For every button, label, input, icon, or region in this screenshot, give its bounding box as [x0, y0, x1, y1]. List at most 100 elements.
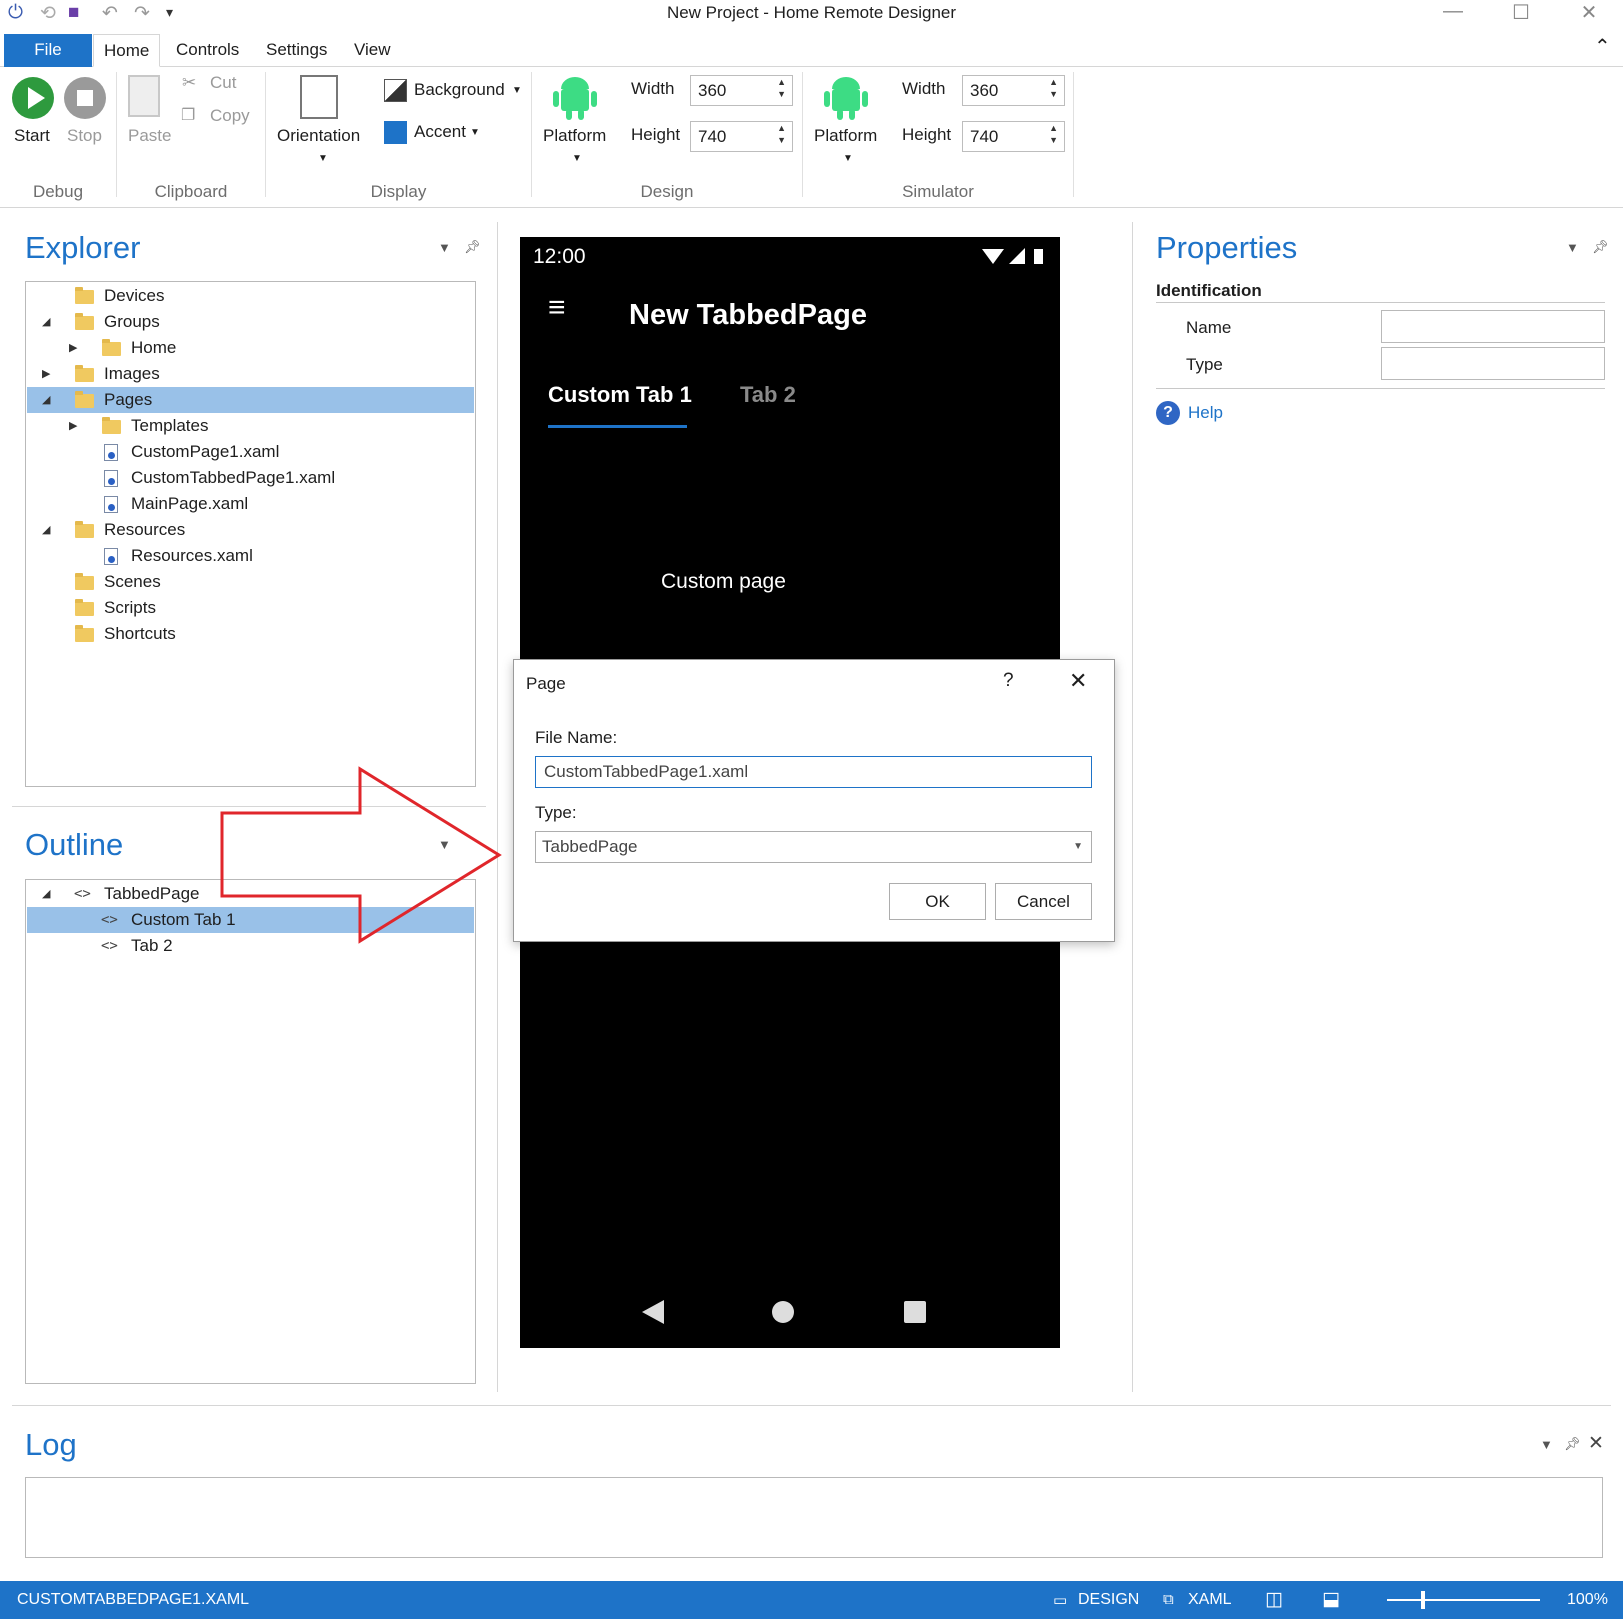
tree-item-scripts[interactable]: Scripts — [27, 595, 474, 621]
phone-tab-2[interactable]: Tab 2 — [740, 382, 796, 408]
simulator-width-input[interactable]: 360 ▲ ▼ — [962, 75, 1065, 106]
tree-item-home[interactable]: ▶ Home — [27, 335, 474, 361]
maximize-icon[interactable]: ☐ — [1498, 0, 1544, 25]
paste-label: Paste — [128, 126, 172, 145]
chevron-down-icon[interactable]: ▼ — [1073, 832, 1083, 862]
tab-indicator — [548, 425, 687, 428]
background-color-swatch[interactable] — [384, 79, 407, 102]
design-view-icon[interactable]: ▭ — [1053, 1591, 1067, 1609]
help-icon[interactable]: ? — [1156, 401, 1180, 425]
outline-title: Outline — [25, 827, 124, 862]
close-window-icon[interactable]: ✕ — [1566, 0, 1612, 25]
background-dropdown-icon[interactable]: ▼ — [512, 85, 522, 96]
explorer-pin-icon[interactable]: 📌︎ — [464, 239, 481, 255]
android-icon[interactable] — [553, 75, 597, 121]
zoom-slider-thumb[interactable] — [1421, 1591, 1425, 1609]
tree-item-resources-xaml[interactable]: Resources.xaml — [27, 543, 474, 569]
log-output[interactable] — [25, 1477, 1603, 1558]
simulator-platform-dropdown-icon[interactable]: ▼ — [843, 153, 853, 164]
copy-label[interactable]: Copy — [210, 106, 250, 126]
display-group-label: Display — [370, 182, 427, 201]
paste-icon[interactable] — [128, 75, 160, 117]
splitter[interactable] — [1132, 222, 1133, 1392]
expanded-arrow-icon[interactable]: ◢ — [42, 387, 50, 413]
zoom-slider-track[interactable] — [1387, 1599, 1540, 1601]
collapsed-arrow-icon[interactable]: ▶ — [42, 361, 50, 387]
tree-item-customtabbedpage1[interactable]: CustomTabbedPage1.xaml — [27, 465, 474, 491]
copy-icon[interactable]: ❐ — [181, 105, 195, 125]
tree-item-devices[interactable]: Devices — [27, 283, 474, 309]
log-close-icon[interactable]: ✕ — [1588, 1432, 1604, 1455]
design-width-input[interactable]: 360 ▲ ▼ — [690, 75, 793, 106]
type-property-label: Type — [1186, 355, 1223, 374]
tree-item-templates[interactable]: ▶ Templates — [27, 413, 474, 439]
tree-item-label: Scripts — [104, 598, 156, 617]
cut-icon[interactable]: ✂ — [182, 73, 196, 93]
spinner-arrows-icon[interactable]: ▲ ▼ — [1049, 76, 1058, 100]
type-select[interactable]: TabbedPage ▼ — [535, 831, 1092, 863]
collapse-ribbon-icon[interactable]: ⌃ — [1594, 34, 1611, 59]
horizontal-split-icon[interactable]: ⬓ — [1322, 1588, 1340, 1611]
separator — [265, 72, 266, 197]
log-menu-icon[interactable]: ▼ — [1540, 1437, 1553, 1452]
ok-button[interactable]: OK — [889, 883, 986, 920]
collapsed-arrow-icon[interactable]: ▶ — [69, 335, 77, 361]
expanded-arrow-icon[interactable]: ◢ — [42, 881, 50, 907]
dialog-close-icon[interactable]: ✕ — [1069, 668, 1087, 694]
dialog-help-button[interactable]: ? — [1003, 670, 1014, 692]
tree-item-images[interactable]: ▶ Images — [27, 361, 474, 387]
spinner-arrows-icon[interactable]: ▲ ▼ — [777, 76, 786, 100]
start-button[interactable] — [12, 77, 54, 119]
xaml-view-icon[interactable]: ⧉ — [1163, 1591, 1174, 1608]
simulator-height-input[interactable]: 740 ▲ ▼ — [962, 121, 1065, 152]
simulator-platform-label[interactable]: Platform — [814, 126, 877, 146]
type-property-input[interactable] — [1381, 347, 1605, 380]
orientation-label[interactable]: Orientation — [277, 126, 360, 146]
name-property-input[interactable] — [1381, 310, 1605, 343]
android-icon[interactable] — [824, 75, 868, 121]
cut-label[interactable]: Cut — [210, 73, 236, 93]
spinner-arrows-icon[interactable]: ▲ ▼ — [777, 122, 786, 146]
expanded-arrow-icon[interactable]: ◢ — [42, 517, 50, 543]
tree-item-mainpage[interactable]: MainPage.xaml — [27, 491, 474, 517]
log-pin-icon[interactable]: 📌︎ — [1564, 1436, 1581, 1452]
tree-item-pages[interactable]: ◢ Pages — [27, 387, 474, 413]
design-platform-label[interactable]: Platform — [543, 126, 606, 146]
tab-view[interactable]: View — [344, 34, 401, 67]
explorer-menu-icon[interactable]: ▼ — [438, 240, 451, 255]
cancel-button[interactable]: Cancel — [995, 883, 1092, 920]
menu-icon[interactable]: ≡ — [548, 291, 566, 325]
design-height-input[interactable]: 740 ▲ ▼ — [690, 121, 793, 152]
tree-item-scenes[interactable]: Scenes — [27, 569, 474, 595]
help-link[interactable]: Help — [1188, 403, 1223, 423]
minimize-icon[interactable]: — — [1430, 0, 1476, 23]
stop-button[interactable] — [64, 77, 106, 119]
tab-settings[interactable]: Settings — [256, 34, 337, 67]
splitter[interactable] — [12, 1405, 1611, 1406]
tab-controls[interactable]: Controls — [166, 34, 249, 67]
properties-pin-icon[interactable]: 📌︎ — [1592, 239, 1609, 255]
xaml-view-button[interactable]: XAML — [1188, 1591, 1232, 1609]
tree-item-resources[interactable]: ◢ Resources — [27, 517, 474, 543]
spinner-arrows-icon[interactable]: ▲ ▼ — [1049, 122, 1058, 146]
collapsed-arrow-icon[interactable]: ▶ — [69, 413, 77, 439]
tab-file[interactable]: File — [4, 34, 92, 67]
tree-item-label: Devices — [104, 286, 165, 305]
tab-home[interactable]: Home — [93, 34, 161, 67]
tree-item-custompage1[interactable]: CustomPage1.xaml — [27, 439, 474, 465]
orientation-dropdown-icon[interactable]: ▼ — [318, 153, 328, 164]
orientation-icon[interactable] — [300, 75, 338, 119]
phone-tab-1[interactable]: Custom Tab 1 — [548, 382, 692, 408]
accent-dropdown-icon[interactable]: ▼ — [470, 127, 480, 138]
file-name-input[interactable]: CustomTabbedPage1.xaml — [535, 756, 1092, 788]
design-view-button[interactable]: DESIGN — [1078, 1591, 1139, 1609]
background-button[interactable]: Background — [414, 80, 505, 100]
expanded-arrow-icon[interactable]: ◢ — [42, 309, 50, 335]
accent-color-swatch[interactable] — [384, 121, 407, 144]
design-platform-dropdown-icon[interactable]: ▼ — [572, 153, 582, 164]
tree-item-groups[interactable]: ◢ Groups — [27, 309, 474, 335]
vertical-split-icon[interactable]: ◫ — [1265, 1588, 1283, 1611]
properties-menu-icon[interactable]: ▼ — [1566, 240, 1579, 255]
tree-item-shortcuts[interactable]: Shortcuts — [27, 621, 474, 647]
accent-button[interactable]: Accent — [414, 122, 466, 142]
